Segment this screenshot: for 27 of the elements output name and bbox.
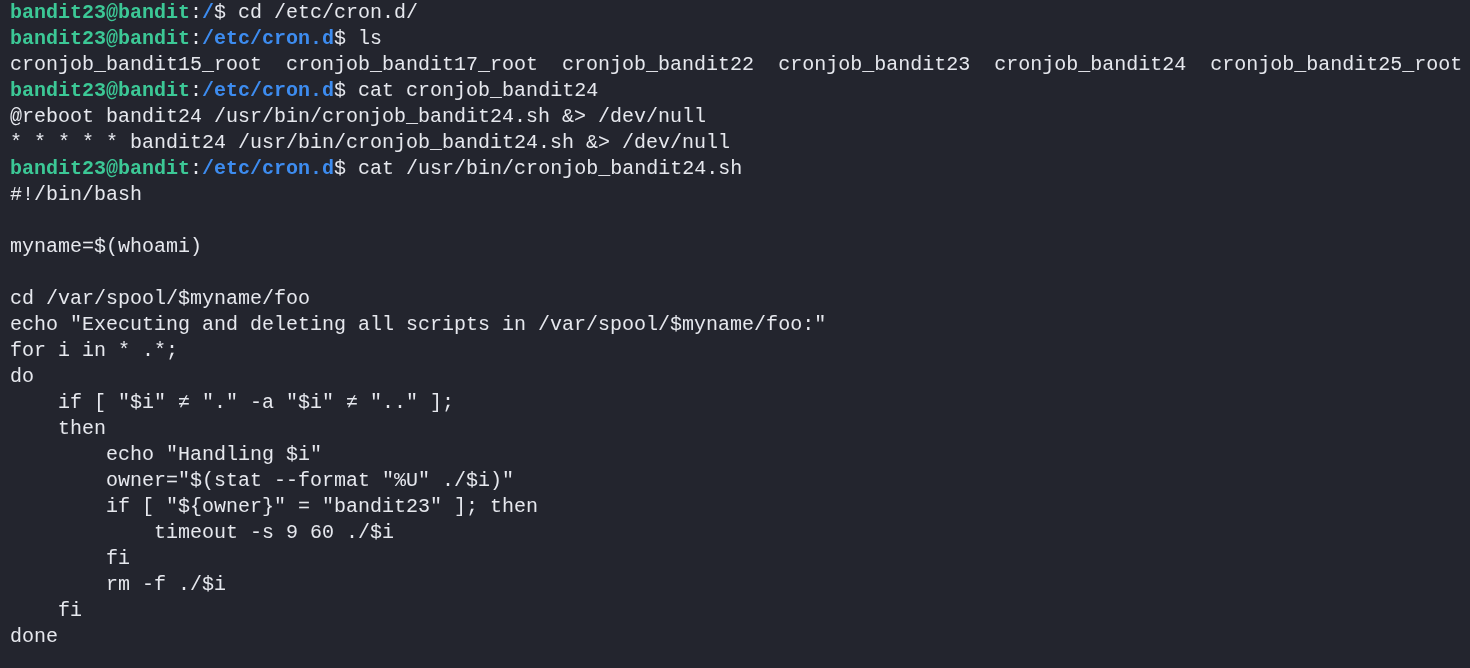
output-line: for i in * .*; — [10, 338, 179, 364]
output-line: if [ "$i" ≠ "." -a "$i" ≠ ".." ]; — [57, 390, 455, 416]
output-line: echo "Executing and deleting all scripts in /var/spool/$myname/foo:" — [10, 312, 827, 338]
output-line: rm -f ./$i — [105, 572, 227, 598]
prompt: bandit23@bandit:/etc/cron.d$ — [10, 26, 347, 52]
output-line: #!/bin/bash — [10, 182, 143, 208]
command-text: cd /etc/cron.d/ — [237, 0, 419, 26]
output-line: echo "Handling $i" — [105, 442, 323, 468]
prompt: bandit23@bandit:/etc/cron.d$ — [10, 156, 347, 182]
output-line: if [ "${owner}" = "bandit23" ]; then — [105, 494, 539, 520]
output-line: * * * * * bandit24 /usr/bin/cronjob_bandit24.sh &> /dev/null — [10, 130, 731, 156]
output-line: then — [57, 416, 106, 442]
output-line: fi — [57, 598, 82, 624]
output-line: cronjob_bandit15_root cronjob_bandit17_root cronjob_bandit22 cronjob_bandit23 cronjob_bandit24 cronjob_bandit25_root — [10, 52, 1463, 78]
output-line: do — [10, 364, 34, 390]
prompt: bandit23@bandit:/etc/cron.d$ — [10, 78, 347, 104]
output-line: @reboot bandit24 /usr/bin/cronjob_bandit24.sh &> /dev/null — [10, 104, 707, 130]
prompt: bandit23@bandit:/$ — [10, 0, 227, 26]
output-line: done — [10, 624, 58, 650]
output-line: myname=$(whoami) — [10, 234, 203, 260]
command-text: cat /usr/bin/cronjob_bandit24.sh — [357, 156, 743, 182]
output-line: owner="$(stat --format "%U" ./$i)" — [105, 468, 515, 494]
output-line: timeout -s 9 60 ./$i — [153, 520, 395, 546]
output-line: fi — [105, 546, 131, 572]
command-text: ls — [357, 26, 383, 52]
output-line: cd /var/spool/$myname/foo — [10, 286, 311, 312]
command-text: cat cronjob_bandit24 — [357, 78, 599, 104]
